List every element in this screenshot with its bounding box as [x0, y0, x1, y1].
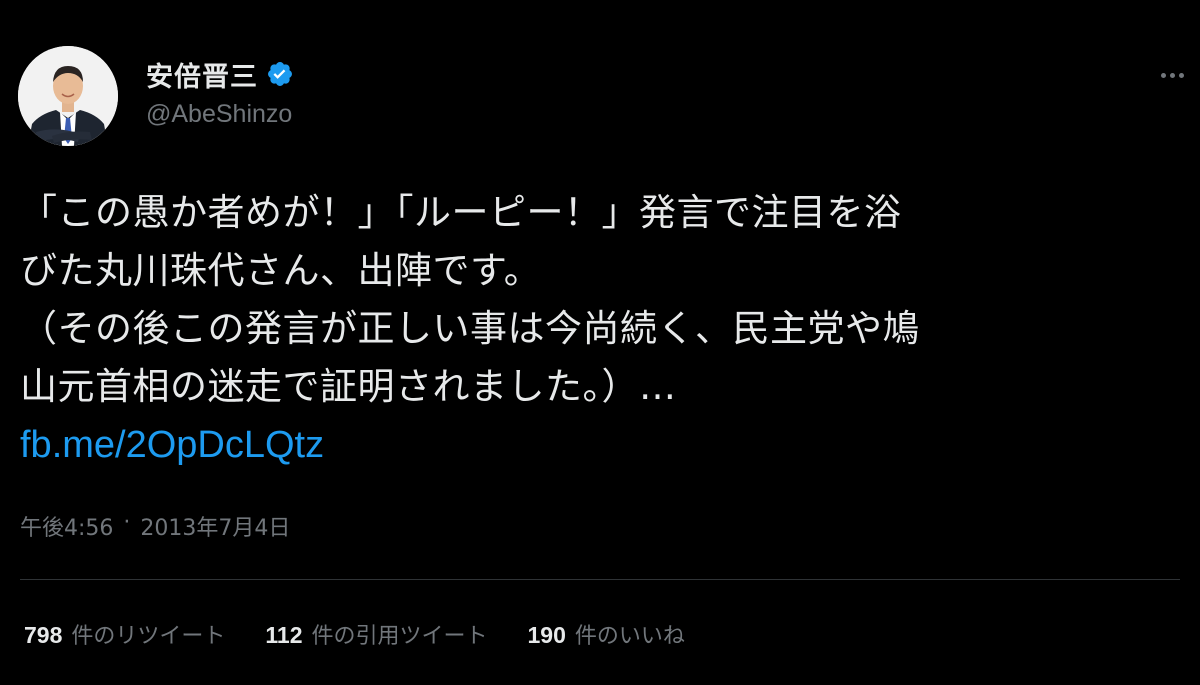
retweets-count: 798	[24, 622, 63, 648]
engagement-stats: 798 件のリツイート 112 件の引用ツイート 190 件のいいね	[24, 618, 685, 650]
retweets-label: 件のリツイート	[71, 624, 226, 649]
quotes-stat[interactable]: 112 件の引用ツイート	[265, 618, 487, 650]
avatar[interactable]	[18, 46, 118, 146]
tweet-card: 安倍晋三 @AbeShinzo 「この愚か者めが！」「ルーピー！」発言で注目を浴…	[0, 0, 1200, 685]
display-name[interactable]: 安倍晋三	[146, 55, 258, 94]
tweet-time: 午後4:56	[20, 516, 114, 541]
quotes-label: 件の引用ツイート	[311, 624, 488, 649]
dot	[1178, 72, 1184, 78]
avatar-image	[18, 46, 118, 146]
tweet-line: 山元首相の迷走で証明されました。）…	[20, 365, 677, 408]
author-handle[interactable]: @AbeShinzo	[146, 100, 294, 129]
tweet-line: 「この愚か者めが！」「ルーピー！」発言で注目を浴	[20, 191, 902, 234]
tweet-date: 2013年7月4日	[140, 516, 291, 541]
tweet-timestamp[interactable]: 午後4:56 · 2013年7月4日	[20, 510, 290, 542]
divider	[20, 579, 1180, 580]
likes-count: 190	[527, 622, 566, 648]
tweet-text: 「この愚か者めが！」「ルーピー！」発言で注目を浴 びた丸川珠代さん、出陣です。 …	[20, 184, 1180, 474]
tweet-link[interactable]: fb.me/2OpDcLQtz	[20, 416, 1180, 474]
likes-stat[interactable]: 190 件のいいね	[528, 618, 685, 650]
retweets-stat[interactable]: 798 件のリツイート	[24, 618, 225, 650]
author-block: 安倍晋三 @AbeShinzo	[146, 56, 294, 129]
dot	[1160, 72, 1166, 78]
meta-separator: ·	[123, 510, 131, 535]
verified-badge-icon	[266, 60, 294, 88]
more-options-icon[interactable]	[1154, 60, 1190, 90]
quotes-count: 112	[265, 622, 303, 648]
dot	[1169, 72, 1175, 78]
likes-label: 件のいいね	[574, 624, 685, 649]
tweet-line: （その後この発言が正しい事は今尚続く、民主党や鳩	[20, 307, 920, 350]
name-row: 安倍晋三	[146, 55, 294, 94]
tweet-line: びた丸川珠代さん、出陣です。	[20, 249, 542, 292]
